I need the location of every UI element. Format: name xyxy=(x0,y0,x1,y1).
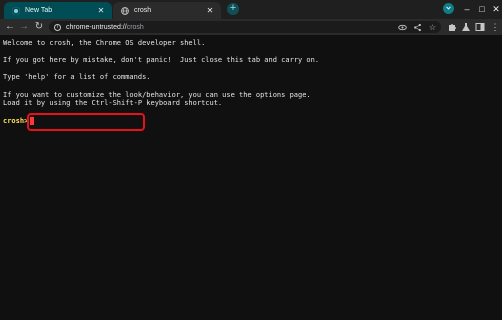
browser-window: New Tab ✕ crosh ✕ + – □ ✕ ← → ↻ i chrome… xyxy=(0,0,502,320)
minimize-button[interactable]: – xyxy=(461,3,473,15)
new-tab-button[interactable]: + xyxy=(227,3,239,15)
kebab-menu-icon[interactable]: ⋮ xyxy=(490,22,500,32)
tab-new-tab[interactable]: New Tab ✕ xyxy=(4,2,112,19)
close-icon[interactable]: ✕ xyxy=(96,6,106,15)
crosh-terminal[interactable]: Welcome to crosh, the Chrome OS develope… xyxy=(0,35,502,320)
site-info-icon[interactable]: i xyxy=(54,23,61,31)
maximize-button[interactable]: □ xyxy=(476,3,488,15)
extensions-puzzle-icon[interactable] xyxy=(447,22,457,32)
tab-search-chevron-icon[interactable] xyxy=(443,3,454,14)
eye-icon[interactable] xyxy=(398,23,407,32)
side-panel-icon[interactable] xyxy=(475,22,485,32)
chrome-newtab-icon xyxy=(12,6,20,15)
terminal-line: Welcome to crosh, the Chrome OS develope… xyxy=(3,39,206,47)
tab-crosh[interactable]: crosh ✕ xyxy=(113,2,221,19)
tab-title: crosh xyxy=(134,7,152,14)
bookmark-star-icon[interactable]: ☆ xyxy=(428,23,437,32)
window-close-button[interactable]: ✕ xyxy=(490,3,502,15)
reload-icon[interactable]: ↻ xyxy=(33,21,45,33)
forward-icon[interactable]: → xyxy=(18,21,30,33)
back-icon[interactable]: ← xyxy=(4,21,16,33)
highlight-annotation xyxy=(27,113,145,131)
address-bar[interactable]: i chrome-untrusted://crosh ☆ xyxy=(49,21,441,33)
terminal-line: If you got here by mistake, don't panic!… xyxy=(3,56,320,65)
url-text: chrome-untrusted://crosh xyxy=(66,23,144,31)
terminal-line: Load it by using the Ctrl-Shift-P keyboa… xyxy=(3,99,223,108)
terminal-line: If you want to customize the look/behavi… xyxy=(3,90,311,99)
globe-icon xyxy=(121,6,129,15)
terminal-line: Type 'help' for a list of commands. xyxy=(3,73,151,82)
crosh-prompt: crosh> xyxy=(3,116,29,125)
share-icon[interactable] xyxy=(413,23,422,32)
tab-strip: New Tab ✕ crosh ✕ + – □ ✕ xyxy=(0,0,502,19)
close-icon[interactable]: ✕ xyxy=(205,6,215,15)
experiments-flask-icon[interactable] xyxy=(461,22,471,32)
toolbar: ← → ↻ i chrome-untrusted://crosh ☆ ⋮ xyxy=(0,19,502,35)
tab-title: New Tab xyxy=(25,7,53,14)
omnibox-actions: ☆ xyxy=(398,21,437,33)
